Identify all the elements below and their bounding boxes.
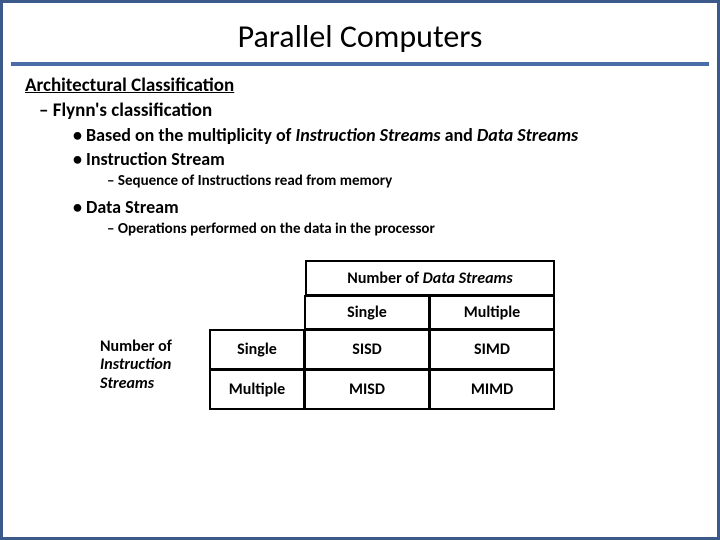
heading-architectural: Architectural Classification bbox=[25, 74, 695, 97]
row-header-prefix: Number of bbox=[100, 337, 172, 356]
col-header-ital: Data Streams bbox=[423, 269, 513, 288]
bullet-flynn: Flynn's classification bbox=[39, 99, 695, 122]
bullet-instruction-stream: Instruction Stream bbox=[73, 148, 695, 170]
col-header-single: Single bbox=[304, 295, 430, 330]
bullet-data-def: Operations performed on the data in the … bbox=[107, 220, 695, 238]
bullet-based-on: Based on the multiplicity of Instruction… bbox=[73, 124, 695, 146]
title-rule bbox=[11, 62, 709, 66]
flynn-grid: Number of Data Streams Single Multiple N… bbox=[100, 260, 555, 410]
col-group-header: Number of Data Streams bbox=[305, 260, 555, 296]
col-header-multiple: Multiple bbox=[429, 295, 555, 330]
text-based-prefix: Based on the multiplicity of bbox=[86, 124, 295, 146]
row-header-multiple: Multiple bbox=[209, 369, 305, 410]
text-and: and bbox=[441, 124, 477, 146]
row-header-ital: Instruction Streams bbox=[100, 355, 171, 392]
blank-corner bbox=[210, 260, 305, 330]
slide-frame: Parallel Computers Architectural Classif… bbox=[0, 0, 720, 540]
cell-mimd: MIMD bbox=[429, 369, 555, 410]
text-instruction-streams: Instruction Streams bbox=[295, 124, 440, 146]
row-header-single: Single bbox=[209, 329, 305, 370]
row-group-header: Number of Instruction Streams bbox=[100, 330, 210, 410]
text-data-streams: Data Streams bbox=[477, 124, 578, 146]
cell-simd: SIMD bbox=[429, 329, 555, 370]
bullet-data-stream: Data Stream bbox=[73, 196, 695, 218]
bullet-instruction-def: Sequence of Instructions read from memor… bbox=[107, 172, 695, 190]
cell-misd: MISD bbox=[304, 369, 430, 410]
cell-sisd: SISD bbox=[304, 329, 430, 370]
flynn-table: Number of Data Streams Single Multiple N… bbox=[25, 260, 695, 410]
slide-title: Parallel Computers bbox=[3, 3, 717, 62]
slide-body: Architectural Classification Flynn's cla… bbox=[3, 74, 717, 410]
col-header-prefix: Number of bbox=[347, 269, 419, 288]
